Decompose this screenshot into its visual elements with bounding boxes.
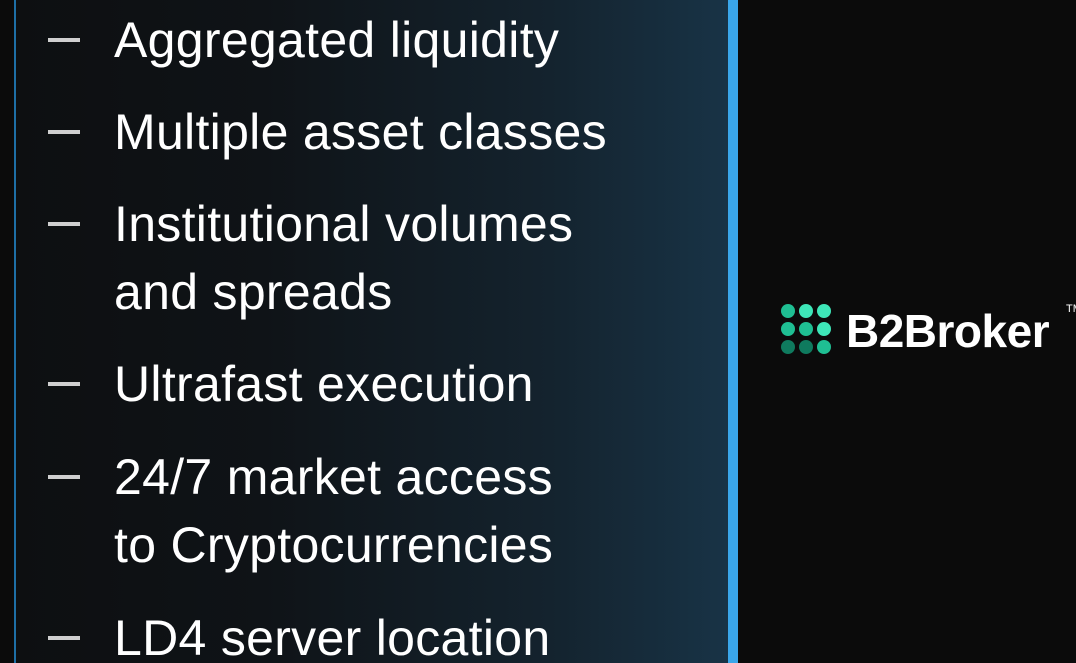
feature-text: Aggregated liquidity [114, 6, 559, 74]
dash-icon [48, 636, 80, 640]
feature-text: Ultrafast execution [114, 350, 534, 418]
dash-icon [48, 38, 80, 42]
b2broker-dot-grid-icon [781, 304, 831, 354]
brand-name: B2Broker [846, 305, 1050, 357]
feature-line: Ultrafast execution [114, 356, 534, 412]
feature-line: Multiple asset classes [114, 104, 607, 160]
promo-banner: Aggregated liquidity Multiple asset clas… [0, 0, 1076, 663]
feature-line: Institutional volumes [114, 196, 574, 252]
feature-text: Multiple asset classes [114, 98, 607, 166]
dash-icon [48, 382, 80, 386]
dash-icon [48, 222, 80, 226]
feature-text: Institutional volumes and spreads [114, 190, 573, 326]
feature-text: 24/7 market access to Cryptocurrencies [114, 443, 553, 579]
feature-line: 24/7 market access [114, 449, 553, 505]
feature-text: LD4 server location [114, 604, 550, 663]
brand-logo: B2Broker TM [780, 303, 1076, 357]
feature-line: and spreads [114, 264, 393, 320]
accent-bar [728, 0, 738, 663]
features-panel: Aggregated liquidity Multiple asset clas… [14, 0, 728, 663]
feature-line: Aggregated liquidity [114, 12, 560, 68]
feature-line: to Cryptocurrencies [114, 517, 554, 573]
feature-line: LD4 server location [114, 610, 551, 663]
trademark-mark: TM [1066, 303, 1076, 315]
dash-icon [48, 130, 80, 134]
dash-icon [48, 475, 80, 479]
